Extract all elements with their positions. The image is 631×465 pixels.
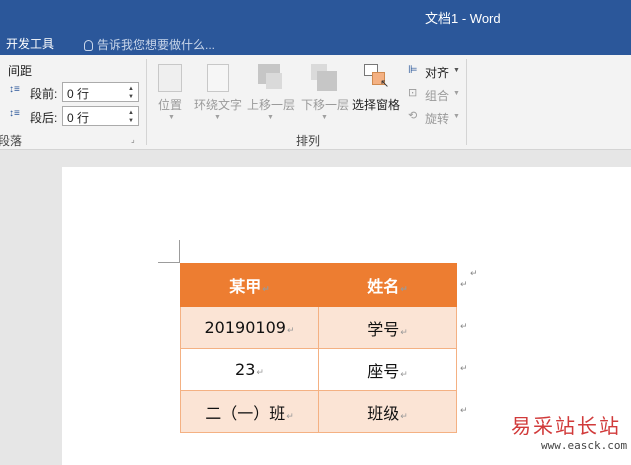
group-button[interactable]: 组合 <box>425 87 449 104</box>
arrange-group-label: 排列 <box>296 134 321 148</box>
table-cell[interactable]: 学号↵ <box>318 306 457 349</box>
cell-text: 座号 <box>367 361 400 381</box>
table-cell[interactable]: 班级↵ <box>318 390 457 433</box>
space-after-icon: ↕≡ <box>9 108 20 119</box>
tell-me-placeholder: 告诉我您想要做什么... <box>97 38 216 52</box>
table-cell[interactable]: 座号↵ <box>318 348 457 391</box>
spin-down-icon[interactable]: ▼ <box>128 94 134 100</box>
group-separator <box>146 59 147 145</box>
selection-pane-button[interactable]: 选择窗格 <box>352 96 400 113</box>
table-cell[interactable]: 20190109↵ <box>180 306 319 349</box>
chevron-down-icon: ▼ <box>168 114 175 121</box>
crop-mark <box>158 262 180 263</box>
crop-mark <box>179 240 180 262</box>
space-before-value: 0 行 <box>67 87 90 101</box>
group-icon: ⊡ <box>408 87 418 99</box>
tab-developer[interactable]: 开发工具 <box>6 35 54 52</box>
cell-text: 班级 <box>367 403 400 423</box>
space-after-value: 0 行 <box>67 111 90 125</box>
table-cell[interactable]: 23↵ <box>180 348 319 391</box>
space-after-label: 段后: <box>30 111 58 125</box>
row-end-mark-icon: ↵ <box>460 405 468 415</box>
watermark: 易采站长站 www.easck.com <box>511 410 631 452</box>
spacing-label: 间距 <box>8 64 33 78</box>
chevron-down-icon: ▼ <box>453 90 460 97</box>
window-title: 文档1 - Word <box>425 11 501 26</box>
position-button[interactable]: 位置 <box>158 96 182 113</box>
cell-text: 20190109 <box>204 318 286 337</box>
send-backward-icon <box>317 71 337 91</box>
spin-up-icon[interactable]: ▲ <box>128 86 134 92</box>
paragraph-mark-icon: ↵ <box>400 411 408 422</box>
chevron-down-icon: ▼ <box>453 113 460 120</box>
bring-forward-button[interactable]: 上移一层 <box>247 96 295 113</box>
cell-text: 二（一）班 <box>205 403 286 423</box>
send-backward-button[interactable]: 下移一层 <box>301 96 349 113</box>
chevron-down-icon: ▼ <box>321 114 328 121</box>
table-row: 23↵ 座号↵ <box>180 348 457 391</box>
paragraph-group-label: 段落 <box>0 134 23 148</box>
space-before-label: 段前: <box>30 87 58 101</box>
cursor-icon: ↖ <box>380 78 390 90</box>
bring-forward-icon-back <box>266 73 282 89</box>
ribbon: 间距 ↕≡ 段前: 0 行 ▲ ▼ ↕≡ 段后: 0 行 ▲ ▼ 段落 ⌟ 位置… <box>0 55 631 150</box>
space-before-input[interactable]: 0 行 ▲ ▼ <box>62 82 139 102</box>
chevron-down-icon: ▼ <box>214 114 221 121</box>
group-separator <box>466 59 467 145</box>
wrap-text-button[interactable]: 环绕文字 <box>194 96 242 113</box>
space-before-icon: ↕≡ <box>9 84 20 95</box>
table-header-cell[interactable]: 姓名↵ <box>318 263 457 307</box>
align-icon: ⊫ <box>408 64 418 76</box>
cell-text: 23 <box>235 360 256 379</box>
row-end-mark-icon: ↵ <box>460 279 468 289</box>
cell-text: 姓名 <box>367 277 400 296</box>
paragraph-mark-icon: ↵ <box>262 285 270 295</box>
cell-text: 学号 <box>367 319 400 339</box>
spin-down-icon[interactable]: ▼ <box>128 118 134 124</box>
table-header-row: 某甲↵ 姓名↵ <box>180 263 457 307</box>
tell-me-box[interactable]: 告诉我您想要做什么... <box>84 36 215 53</box>
table-cell[interactable]: 二（一）班↵ <box>180 390 319 433</box>
paragraph-mark-icon: ↵ <box>400 285 408 295</box>
paragraph-mark-icon: ↵ <box>286 326 295 336</box>
document-table[interactable]: 某甲↵ 姓名↵ 20190109↵ 学号↵ 23↵ 座号↵ 二（一）班↵ 班级↵ <box>180 263 457 433</box>
paragraph-mark-icon: ↵ <box>256 368 264 378</box>
watermark-url: www.easck.com <box>541 439 628 452</box>
rotate-button[interactable]: 旋转 <box>425 110 449 127</box>
paragraph-mark-icon: ↵ <box>400 327 408 338</box>
row-end-mark-icon: ↵ <box>460 321 468 331</box>
spin-up-icon[interactable]: ▲ <box>128 110 134 116</box>
paragraph-mark-icon: ↵ <box>470 268 478 278</box>
lightbulb-icon <box>84 40 93 51</box>
watermark-text: 易采站长站 <box>511 414 621 438</box>
rotate-icon: ⟲ <box>408 110 418 122</box>
paragraph-mark-icon: ↵ <box>286 411 294 422</box>
row-end-mark-icon: ↵ <box>460 363 468 373</box>
chevron-down-icon: ▼ <box>267 114 274 121</box>
position-icon <box>158 64 182 92</box>
space-after-input[interactable]: 0 行 ▲ ▼ <box>62 106 139 126</box>
dialog-launcher-icon[interactable]: ⌟ <box>131 135 135 144</box>
cell-text: 某甲 <box>229 277 262 296</box>
title-bar: 文档1 - Word <box>0 0 631 33</box>
paragraph-mark-icon: ↵ <box>400 369 408 380</box>
align-button[interactable]: 对齐 <box>425 64 449 81</box>
table-row: 二（一）班↵ 班级↵ <box>180 390 457 433</box>
wrap-text-icon <box>207 64 229 92</box>
chevron-down-icon: ▼ <box>453 67 460 74</box>
ribbon-tab-row: 开发工具 告诉我您想要做什么... <box>0 33 631 55</box>
table-header-cell[interactable]: 某甲↵ <box>180 263 319 307</box>
table-row: 20190109↵ 学号↵ <box>180 306 457 349</box>
